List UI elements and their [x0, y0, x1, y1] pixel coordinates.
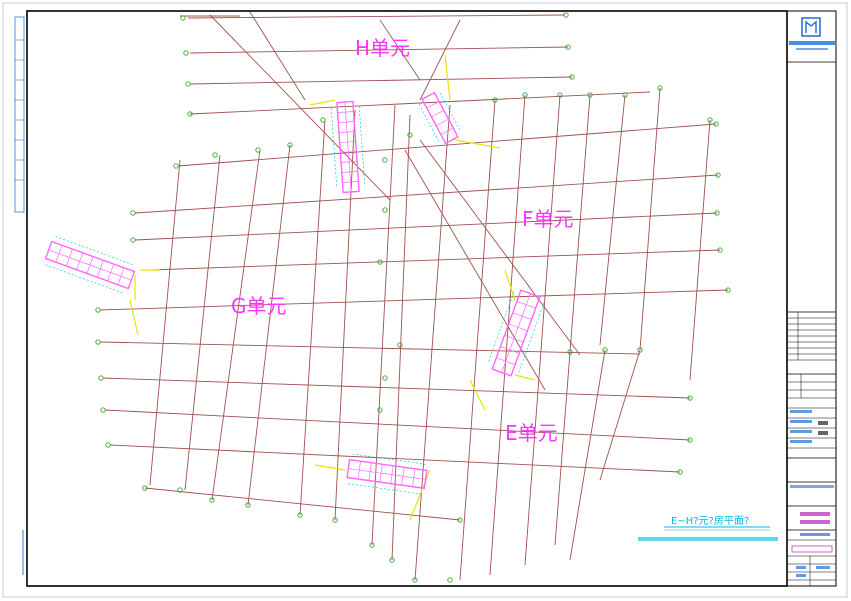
caption-subtitle-placeholder — [638, 537, 778, 541]
axis-marker — [377, 407, 383, 413]
axis-marker — [212, 152, 218, 158]
building-f-unit — [487, 289, 545, 377]
axis-marker — [397, 342, 403, 348]
axis-marker — [255, 147, 261, 153]
axis-marker — [382, 375, 388, 381]
company-logo-icon — [801, 17, 821, 37]
axis-marker — [173, 163, 179, 169]
unit-label-f: F单元 — [522, 207, 574, 231]
drawing-title-caption: E~H?元?房平面? — [671, 514, 749, 527]
unit-label-g: G单元 — [231, 294, 287, 318]
axis-marker — [447, 577, 453, 583]
axis-marker — [95, 307, 101, 313]
axis-marker — [130, 210, 136, 216]
axis-marker — [98, 375, 104, 381]
axis-marker — [320, 117, 326, 123]
building-h-unit — [330, 100, 366, 194]
axis-markers — [95, 12, 731, 583]
axis-marker — [105, 442, 111, 448]
cad-drawing-sheet: H单元 F单元 G单元 E单元 E~H?元?房平面? — [2, 2, 848, 598]
axis-marker — [130, 237, 136, 243]
axis-marker — [407, 132, 413, 138]
title-block — [787, 17, 836, 586]
structural-axis-grid — [99, 11, 729, 581]
axis-marker — [382, 207, 388, 213]
axis-marker — [382, 157, 388, 163]
drawing-frame — [26, 10, 788, 587]
axis-marker — [95, 339, 101, 345]
axis-marker — [185, 81, 191, 87]
unit-label-e: E单元 — [505, 421, 558, 445]
axis-marker — [183, 50, 189, 56]
unit-label-h: H单元 — [355, 36, 410, 60]
axis-marker — [180, 15, 186, 21]
axis-marker — [100, 407, 106, 413]
building-h-unit-east — [418, 91, 462, 145]
left-binding-strip — [14, 16, 25, 575]
building-g-unit — [44, 236, 136, 294]
title-block-frame — [786, 10, 837, 587]
